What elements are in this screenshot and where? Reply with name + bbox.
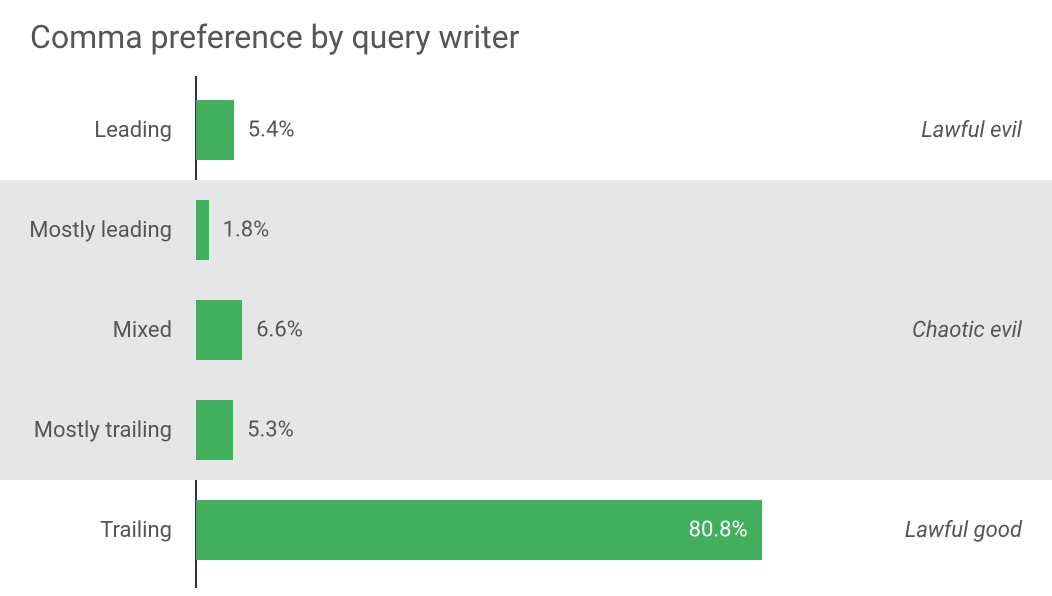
category-label: Leading [0,80,186,180]
value-label: 5.3% [247,418,294,443]
value-label: 5.4% [248,118,295,143]
category-label: Mixed [0,280,186,380]
value-label: 1.8% [223,218,270,243]
annotation-label: Chaotic evil [912,280,1022,380]
category-label: Mostly leading [0,180,186,280]
chart-area: Leading 5.4% Lawful evil Mostly leading … [0,80,1052,580]
bar-zone: 6.6% [196,280,896,380]
bar-row: Mixed 6.6% Chaotic evil [0,280,1052,380]
value-label: 6.6% [256,318,303,343]
bar-zone: 5.3% [196,380,896,480]
bar: 5.3% [196,400,233,460]
category-label: Mostly trailing [0,380,186,480]
bar-zone: 5.4% [196,80,896,180]
bar-zone: 1.8% [196,180,896,280]
bar: 5.4% [196,100,234,160]
bar-row: Trailing 80.8% Lawful good [0,480,1052,580]
bar: 1.8% [196,200,209,260]
bar: 6.6% [196,300,242,360]
annotation-label: Lawful good [905,480,1022,580]
annotation-label: Lawful evil [921,80,1022,180]
bar-row: Mostly trailing 5.3% [0,380,1052,480]
value-label: 80.8% [689,518,748,543]
bar-row: Mostly leading 1.8% [0,180,1052,280]
category-label: Trailing [0,480,186,580]
bar: 80.8% [196,500,762,560]
chart-title: Comma preference by query writer [0,0,1052,56]
bar-zone: 80.8% [196,480,896,580]
bar-row: Leading 5.4% Lawful evil [0,80,1052,180]
